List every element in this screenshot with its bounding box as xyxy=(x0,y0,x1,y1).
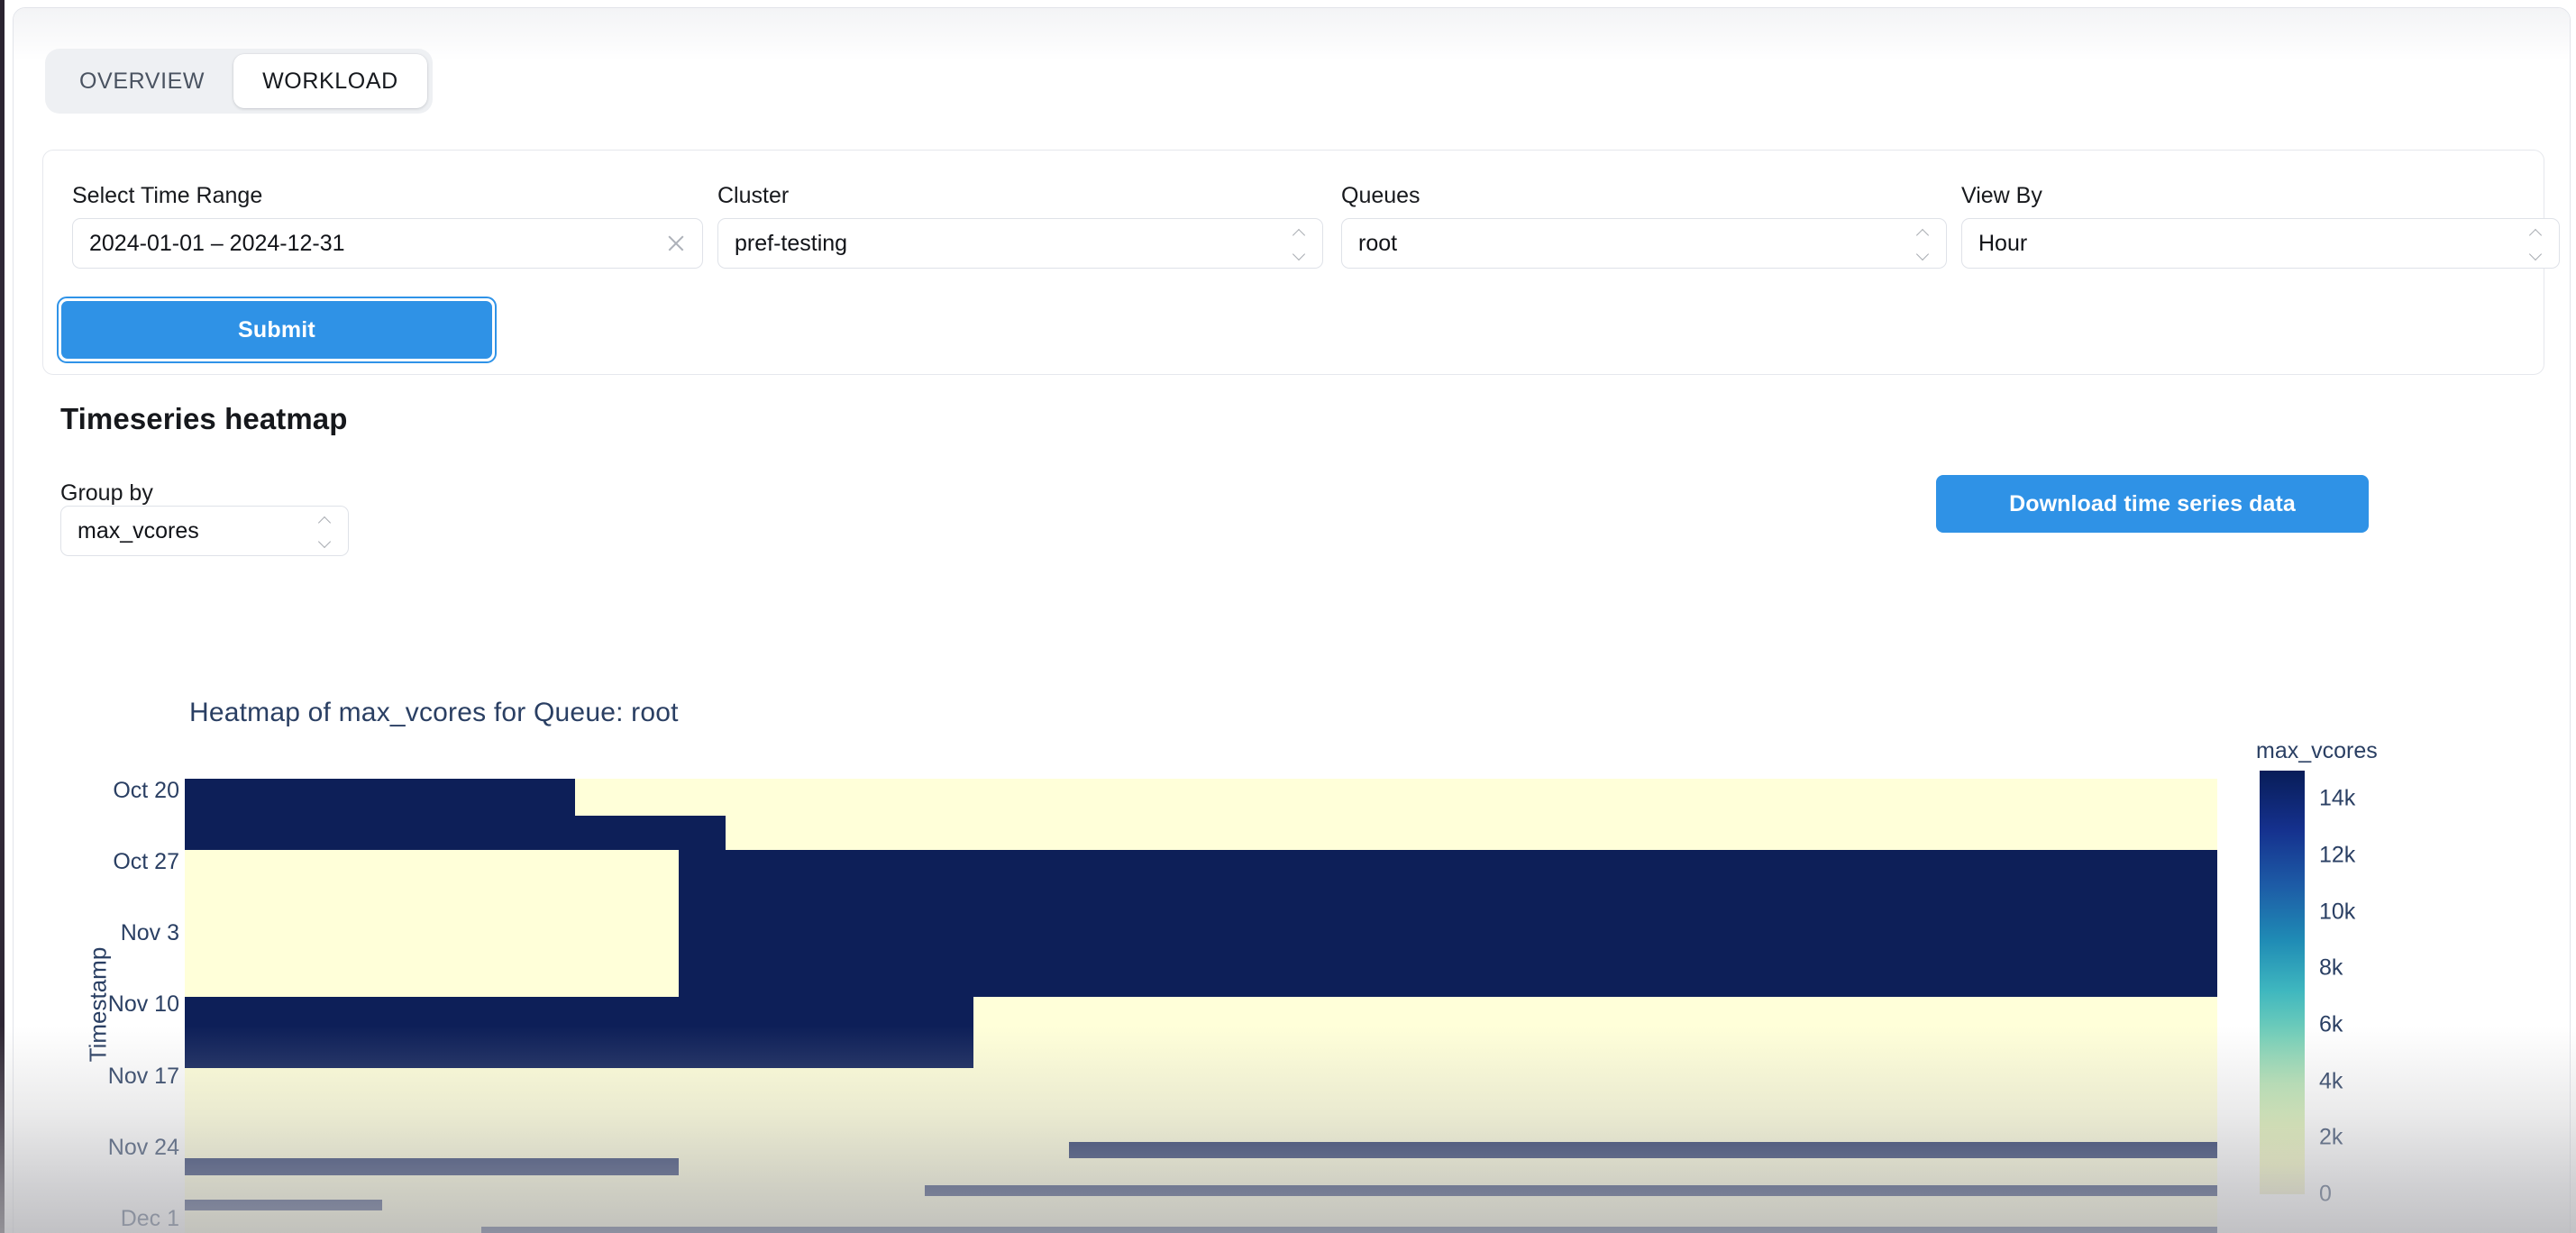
select-time-range-input[interactable]: 2024-01-01 – 2024-12-31 xyxy=(72,218,703,269)
y-axis-tick-label: Dec 12024 xyxy=(120,1205,179,1233)
download-time-series-data-button[interactable]: Download time series data xyxy=(1936,475,2369,533)
page-scrollbar[interactable] xyxy=(2563,0,2574,1233)
heatmap-row xyxy=(185,1200,2217,1211)
y-axis-tick-label: Nov 10 xyxy=(107,991,179,1018)
heatmap-cell[interactable] xyxy=(185,815,726,851)
timeseries-heatmap-title: Timeseries heatmap xyxy=(60,402,348,435)
close-icon[interactable] xyxy=(666,233,686,253)
tab-overview[interactable]: OVERVIEW xyxy=(50,54,233,108)
heatmap-cell[interactable] xyxy=(678,923,2217,998)
chevron-updown-icon xyxy=(1292,229,1308,258)
y-axis-ticks: Oct 20 Oct 27 Nov 3 Nov 10 Nov 17 Nov 24 Dec 1… xyxy=(50,680,179,1233)
group-by-value: max_vcores xyxy=(78,517,199,543)
colorbar-tick-label: 0 xyxy=(2319,1181,2332,1207)
colorbar-gradient xyxy=(2260,771,2305,1194)
heatmap-cell[interactable] xyxy=(1068,1141,2217,1159)
heatmap-row xyxy=(185,1068,2217,1142)
heatmap-cell[interactable] xyxy=(185,779,575,816)
page-card: OVERVIEW WORKLOAD Select Time Range 2024… xyxy=(13,7,2571,1233)
heatmap-cell[interactable] xyxy=(678,850,2217,924)
heatmap-row xyxy=(185,997,2217,1069)
heatmap-row xyxy=(185,815,2217,851)
cluster-value: pref-testing xyxy=(735,230,848,256)
heatmap-row xyxy=(185,1226,2217,1233)
heatmap-row xyxy=(185,1184,2217,1197)
chevron-updown-icon xyxy=(317,516,333,545)
heatmap-cell[interactable] xyxy=(185,1200,382,1211)
queues-select[interactable]: root xyxy=(1341,218,1947,269)
colorbar-tick-label: 6k xyxy=(2319,1011,2343,1037)
tab-overview-label: OVERVIEW xyxy=(79,68,206,94)
colorbar-tick-label: 14k xyxy=(2319,785,2356,811)
chevron-updown-icon xyxy=(2528,229,2544,258)
window-left-edge xyxy=(0,0,5,1233)
heatmap-row xyxy=(185,1158,2217,1175)
queues-label: Queues xyxy=(1341,183,1420,208)
colorbar-tick-label: 2k xyxy=(2319,1124,2343,1150)
tab-workload-label: WORKLOAD xyxy=(262,68,398,94)
colorbar-title: max_vcores xyxy=(2256,738,2378,763)
view-by-value: Hour xyxy=(1978,230,2028,256)
colorbar-tick-label: 8k xyxy=(2319,954,2343,981)
heatmap-cell[interactable] xyxy=(924,1184,2217,1197)
submit-button[interactable]: Submit xyxy=(61,301,492,359)
select-time-range-value: 2024-01-01 – 2024-12-31 xyxy=(89,230,345,256)
heatmap-plot: Heatmap of max_vcores for Queue: root Ti… xyxy=(50,680,2537,1233)
group-by-label: Group by xyxy=(60,480,153,506)
tab-workload[interactable]: WORKLOAD xyxy=(233,54,427,108)
y-axis-tick-label: Oct 20 xyxy=(113,778,179,804)
field-queues: Queues root xyxy=(1341,185,1947,269)
view-by-select[interactable]: Hour xyxy=(1961,218,2560,269)
y-axis-tick-label: Oct 27 xyxy=(113,849,179,875)
field-view-by: View By Hour xyxy=(1961,185,2560,269)
colorbar-tick-label: 4k xyxy=(2319,1068,2343,1094)
cluster-select[interactable]: pref-testing xyxy=(717,218,1323,269)
heatmap-row xyxy=(185,1141,2217,1159)
field-group-by: max_vcores xyxy=(60,506,349,556)
heatmap-cell[interactable] xyxy=(185,1158,679,1175)
heatmap-row xyxy=(185,923,2217,998)
tab-bar: OVERVIEW WORKLOAD xyxy=(45,49,433,114)
queues-value: root xyxy=(1358,230,1398,256)
cluster-label: Cluster xyxy=(717,183,790,208)
y-axis-tick-label: Nov 3 xyxy=(120,920,179,946)
heatmap-cell[interactable] xyxy=(185,997,973,1069)
app-root: OVERVIEW WORKLOAD Select Time Range 2024… xyxy=(0,0,2576,1233)
heatmap-chart-title: Heatmap of max_vcores for Queue: root xyxy=(189,698,679,727)
select-time-range-label: Select Time Range xyxy=(72,183,263,208)
submit-button-focus-ring: Submit xyxy=(57,297,497,363)
chevron-updown-icon xyxy=(1915,229,1932,258)
colorbar-tick-label: 12k xyxy=(2319,842,2356,868)
group-by-select[interactable]: max_vcores xyxy=(60,506,349,556)
heatmap-row xyxy=(185,779,2217,816)
y-axis-tick-label: Nov 24 xyxy=(107,1134,179,1160)
heatmap-cell[interactable] xyxy=(481,1226,2217,1233)
y-axis-tick-label: Nov 17 xyxy=(107,1063,179,1089)
heatmap-grid[interactable] xyxy=(185,779,2217,1233)
colorbar-tick-label: 10k xyxy=(2319,899,2356,925)
field-cluster: Cluster pref-testing xyxy=(717,185,1323,269)
colorbar: max_vcores 14k 12k 10k 8k 6k 4k 2k 0 xyxy=(2256,738,2526,1233)
heatmap-row xyxy=(185,850,2217,924)
view-by-label: View By xyxy=(1961,183,2042,208)
field-select-time-range: Select Time Range 2024-01-01 – 2024-12-3… xyxy=(72,185,703,269)
